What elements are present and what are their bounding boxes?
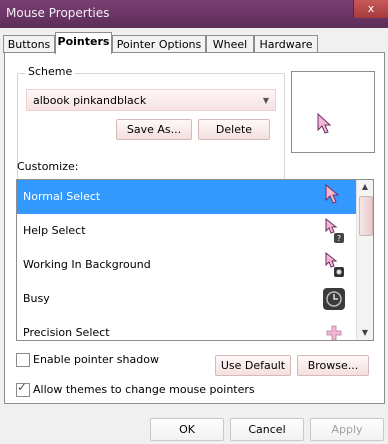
scheme-select[interactable]: albook pinkandblack ▼ bbox=[26, 89, 276, 111]
scroll-down-icon[interactable]: ▼ bbox=[357, 326, 373, 340]
cancel-button[interactable]: Cancel bbox=[230, 418, 304, 441]
pink-help-cursor-icon: ? bbox=[325, 218, 344, 243]
save-as-button[interactable]: Save As... bbox=[116, 119, 192, 140]
browse-button[interactable]: Browse... bbox=[297, 355, 369, 376]
delete-label: Delete bbox=[215, 123, 253, 136]
apply-label: Apply bbox=[331, 423, 363, 436]
scroll-up-icon[interactable]: ▲ bbox=[357, 180, 373, 194]
pink-cross-cursor-icon bbox=[326, 325, 342, 340]
cursor-preview bbox=[291, 71, 375, 153]
tab-label: Buttons bbox=[7, 38, 51, 51]
close-button[interactable]: x bbox=[353, 0, 388, 18]
save-as-label: Save As... bbox=[126, 123, 182, 136]
tab-strip: Buttons Pointers Pointer Options Wheel H… bbox=[0, 32, 388, 54]
list-item-working-in-background[interactable]: Working In Background bbox=[17, 248, 357, 282]
pink-arrow-cursor-icon bbox=[325, 184, 340, 204]
allow-themes-label: Allow themes to change mouse pointers bbox=[33, 383, 255, 396]
tab-label: Pointer Options bbox=[116, 38, 202, 51]
title-bar: Mouse Properties x bbox=[0, 0, 388, 28]
scroll-thumb[interactable] bbox=[359, 196, 373, 236]
ok-button[interactable]: OK bbox=[150, 418, 224, 441]
list-item-precision-select[interactable]: Precision Select bbox=[17, 316, 357, 340]
list-item-normal-select[interactable]: Normal Select bbox=[17, 180, 357, 214]
tab-hardware[interactable]: Hardware bbox=[254, 35, 318, 53]
customize-label: Customize: bbox=[17, 160, 79, 173]
list-item-label: Busy bbox=[23, 292, 50, 305]
browse-label: Browse... bbox=[307, 359, 359, 372]
scheme-label: Scheme bbox=[25, 65, 76, 78]
tab-label: Pointers bbox=[57, 35, 110, 48]
window-title: Mouse Properties bbox=[6, 6, 110, 20]
cursor-list[interactable]: Normal Select Help Select ? Working In B… bbox=[16, 179, 374, 341]
list-item-busy[interactable]: Busy bbox=[17, 282, 357, 316]
enable-shadow-label: Enable pointer shadow bbox=[33, 353, 159, 366]
tab-pointer-options[interactable]: Pointer Options bbox=[112, 35, 206, 53]
pink-arrow-cursor-icon bbox=[317, 112, 332, 134]
apply-button[interactable]: Apply bbox=[310, 418, 384, 441]
chevron-down-icon: ▼ bbox=[262, 96, 269, 105]
enable-shadow-checkbox[interactable] bbox=[16, 353, 30, 367]
busy-clock-cursor-icon bbox=[323, 288, 345, 310]
list-scrollbar[interactable]: ▲ ▼ bbox=[356, 180, 373, 340]
close-icon: x bbox=[367, 2, 375, 15]
list-item-label: Working In Background bbox=[23, 258, 151, 271]
delete-button[interactable]: Delete bbox=[198, 119, 270, 140]
tab-wheel[interactable]: Wheel bbox=[206, 35, 254, 53]
tab-label: Wheel bbox=[212, 38, 248, 51]
pink-working-cursor-icon bbox=[325, 252, 344, 277]
scheme-select-value: albook pinkandblack bbox=[33, 94, 147, 107]
list-item-label: Normal Select bbox=[23, 190, 101, 203]
ok-label: OK bbox=[179, 423, 195, 436]
pointers-panel: Scheme albook pinkandblack ▼ Save As... … bbox=[4, 52, 385, 404]
allow-themes-checkbox[interactable] bbox=[16, 380, 30, 397]
tab-buttons[interactable]: Buttons bbox=[3, 35, 55, 53]
list-item-label: Precision Select bbox=[23, 326, 110, 339]
svg-text:?: ? bbox=[337, 234, 341, 243]
tab-pointers[interactable]: Pointers bbox=[55, 32, 112, 54]
use-default-label: Use Default bbox=[220, 359, 286, 372]
cancel-label: Cancel bbox=[248, 423, 286, 436]
list-item-help-select[interactable]: Help Select ? bbox=[17, 214, 357, 248]
tab-label: Hardware bbox=[259, 38, 313, 51]
use-default-button[interactable]: Use Default bbox=[215, 355, 291, 376]
list-item-label: Help Select bbox=[23, 224, 86, 237]
